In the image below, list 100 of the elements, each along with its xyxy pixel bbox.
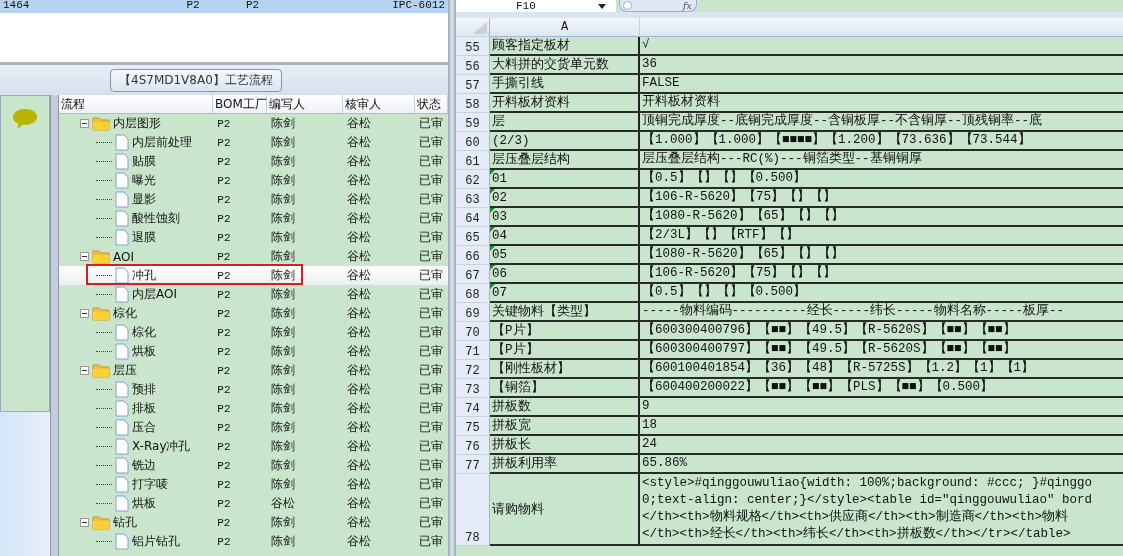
collapse-toggle-icon[interactable] — [80, 518, 89, 527]
row-number[interactable]: 72 — [456, 360, 490, 379]
table-cell-text: P2 — [216, 516, 232, 529]
table-cell: -----物料编码----------经长-----纬长-----物料名称-----板厚-- — [642, 303, 1065, 320]
tree-item[interactable]: 贴膜 — [132, 153, 156, 170]
table-cell-text: P2 — [216, 231, 232, 244]
tree-item[interactable]: 打字唛 — [132, 476, 168, 493]
table-cell-text: 已审 — [418, 286, 445, 303]
collapse-toggle-icon[interactable] — [80, 309, 89, 318]
table-cell: 【106-R-5620】【75】【】【】 — [642, 189, 836, 206]
table-cell: 07 — [492, 285, 507, 300]
table-cell-text: 已审 — [418, 305, 445, 322]
row-number[interactable]: 76 — [456, 436, 490, 455]
tree-item[interactable]: 显影 — [132, 191, 156, 208]
tree-item[interactable]: 预排 — [132, 381, 156, 398]
table-cell-text: 谷松 — [345, 381, 372, 398]
table-cell: 06 — [492, 266, 507, 281]
tree-item[interactable]: 烘板 — [132, 343, 156, 360]
row-number[interactable]: 61 — [456, 151, 490, 170]
table-cell-text: 谷松 — [345, 362, 372, 379]
splitter-handle[interactable] — [50, 95, 59, 556]
tree-item[interactable]: 棕化 — [113, 305, 137, 322]
table-cell: 【600300400797】【■■】【49.5】【R-5620S】【■■】【■■】 — [642, 341, 1016, 358]
tree-item[interactable]: 烘板 — [132, 495, 156, 512]
document-icon — [115, 476, 129, 493]
row-number[interactable]: 74 — [456, 398, 490, 417]
collapse-toggle-icon[interactable] — [80, 366, 89, 375]
table-cell-text: P2 — [216, 402, 232, 415]
table-cell-text: 陈剑 — [270, 324, 296, 341]
table-cell: 18 — [642, 417, 657, 434]
column-header[interactable]: 流程 — [59, 95, 214, 113]
row-number[interactable]: 73 — [456, 379, 490, 398]
insert-function-button[interactable]: fx — [619, 0, 697, 12]
table-cell-text: P2 — [216, 193, 232, 206]
column-header[interactable]: 状态 — [415, 95, 448, 113]
table-cell: 【600300400796】【■■】【49.5】【R-5620S】【■■】【■■】 — [642, 322, 1016, 339]
row-number[interactable]: 59 — [456, 113, 490, 132]
row-number[interactable]: 63 — [456, 189, 490, 208]
table-cell: 9 — [642, 398, 650, 415]
tree-item[interactable]: 内层AOI — [132, 286, 177, 303]
row-number[interactable]: 66 — [456, 246, 490, 265]
tree-item[interactable]: 曝光 — [132, 172, 156, 189]
tree-item[interactable]: X-Ray冲孔 — [132, 438, 191, 455]
row-number[interactable]: 69 — [456, 303, 490, 322]
tree-item[interactable]: 钻孔 — [113, 514, 137, 531]
dropdown-icon[interactable] — [598, 3, 606, 9]
table-cell-text: 谷松 — [345, 229, 372, 246]
table-cell-text: 陈剑 — [270, 210, 296, 227]
tree-item[interactable]: 退膜 — [132, 229, 156, 246]
tree-item[interactable]: 排板 — [132, 400, 156, 417]
table-cell-text: P2 — [216, 212, 232, 225]
tree-item[interactable]: 压合 — [132, 419, 156, 436]
row-number[interactable]: 77 — [456, 455, 490, 474]
row-number[interactable]: 75 — [456, 417, 490, 436]
table-row[interactable]: 1464 P2 P2 IPC-6012 — [0, 0, 448, 13]
row-number[interactable]: 60 — [456, 132, 490, 151]
table-cell-text: 谷松 — [345, 476, 372, 493]
row-number[interactable]: 55 — [456, 37, 490, 56]
column-header[interactable]: 核审人 — [342, 95, 416, 113]
row-number[interactable]: 78 — [456, 474, 490, 546]
table-cell-text: P2 — [216, 478, 232, 491]
row-number[interactable]: 57 — [456, 75, 490, 94]
row-number[interactable]: 64 — [456, 208, 490, 227]
table-cell-text: P2 — [216, 364, 232, 377]
row-number[interactable]: 58 — [456, 94, 490, 113]
tree-item[interactable]: AOI — [113, 249, 134, 264]
table-cell: 拼板数 — [492, 398, 531, 415]
column-header[interactable]: A — [490, 18, 640, 37]
column-header[interactable]: 编写人 — [267, 95, 343, 113]
tree-item[interactable]: 棕化 — [132, 324, 156, 341]
document-icon — [115, 419, 129, 436]
table-cell-text: P2 — [216, 250, 232, 263]
row-number[interactable]: 67 — [456, 265, 490, 284]
name-box[interactable]: F10 — [456, 0, 616, 12]
row-number[interactable]: 70 — [456, 322, 490, 341]
tree-item[interactable]: 铣边 — [132, 457, 156, 474]
tree-item[interactable]: 内层图形 — [113, 115, 161, 132]
table-cell-text: P2 — [216, 269, 232, 282]
tree-item[interactable]: 冲孔 — [132, 267, 156, 284]
table-cell-text: 陈剑 — [270, 153, 296, 170]
panel-tab[interactable]: 【4S7MD1V8A0】工艺流程 — [110, 68, 282, 92]
collapse-toggle-icon[interactable] — [80, 252, 89, 261]
table-cell-text: 已审 — [418, 533, 445, 550]
row-number[interactable]: 56 — [456, 56, 490, 75]
table-cell-text: 陈剑 — [270, 286, 296, 303]
table-cell: (2/3) — [492, 133, 530, 148]
row-number[interactable]: 65 — [456, 227, 490, 246]
tree-item[interactable]: 酸性蚀刻 — [132, 210, 180, 227]
table-cell-text: 陈剑 — [270, 438, 296, 455]
table-cell: 【P片】 — [492, 341, 539, 358]
row-number[interactable]: 71 — [456, 341, 490, 360]
collapse-toggle-icon[interactable] — [80, 119, 89, 128]
row-number[interactable]: 62 — [456, 170, 490, 189]
tree-item[interactable]: 层压 — [113, 362, 137, 379]
document-icon — [115, 286, 129, 303]
row-number[interactable]: 68 — [456, 284, 490, 303]
tree-item[interactable]: 铝片钻孔 — [132, 533, 180, 550]
column-header[interactable]: BOM工厂 — [213, 95, 268, 113]
table-cell-text: 陈剑 — [269, 514, 296, 531]
tree-item[interactable]: 内层前处理 — [132, 134, 192, 151]
